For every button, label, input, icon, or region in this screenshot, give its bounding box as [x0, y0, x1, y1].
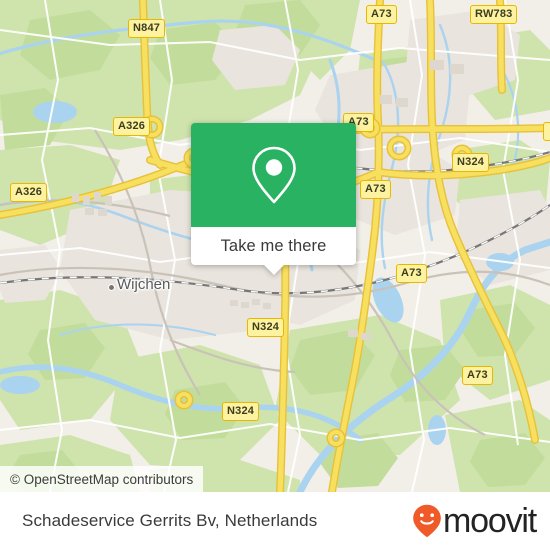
map-canvas[interactable]: Wijchen N847 A73 RW783 A326 A73 N324 A32… [0, 0, 550, 492]
road-shield-n324: N324 [452, 153, 490, 172]
moovit-place-map-screenshot: Wijchen N847 A73 RW783 A326 A73 N324 A32… [0, 0, 550, 550]
road-shield-a73: A73 [396, 264, 427, 283]
road-shield-a73: A73 [366, 5, 397, 24]
road-shield-n847: N847 [128, 19, 166, 38]
road-shield-a326: A326 [113, 117, 151, 136]
road-shield-clipped-edge [543, 122, 550, 141]
map-pin-icon [251, 146, 296, 204]
place-callout-card[interactable]: Take me there [191, 123, 356, 275]
callout-pin-area [191, 123, 356, 227]
road-shield-a326: A326 [10, 183, 48, 202]
road-shield-a73: A73 [462, 366, 493, 385]
osm-attribution-text: © OpenStreetMap contributors [10, 471, 194, 487]
city-label-wijchen: Wijchen [117, 276, 171, 293]
take-me-there-button[interactable]: Take me there [191, 227, 356, 275]
footer-bar: Schadeservice Gerrits Bv, Netherlands mo… [0, 492, 550, 550]
city-marker-dot [108, 284, 115, 291]
road-shield-rw783: RW783 [470, 5, 518, 24]
moovit-wordmark: moovit [443, 502, 537, 540]
callout-tail [262, 264, 285, 275]
take-me-there-label: Take me there [220, 236, 327, 255]
place-title: Schadeservice Gerrits Bv, Netherlands [22, 511, 318, 530]
osm-attribution[interactable]: © OpenStreetMap contributors [0, 466, 204, 492]
moovit-smiley-pin-icon [413, 504, 441, 538]
road-shield-n324: N324 [247, 318, 285, 337]
road-shield-a73: A73 [360, 180, 391, 199]
road-shield-n324: N324 [222, 402, 260, 421]
moovit-brand-logo[interactable]: moovit [412, 502, 537, 540]
